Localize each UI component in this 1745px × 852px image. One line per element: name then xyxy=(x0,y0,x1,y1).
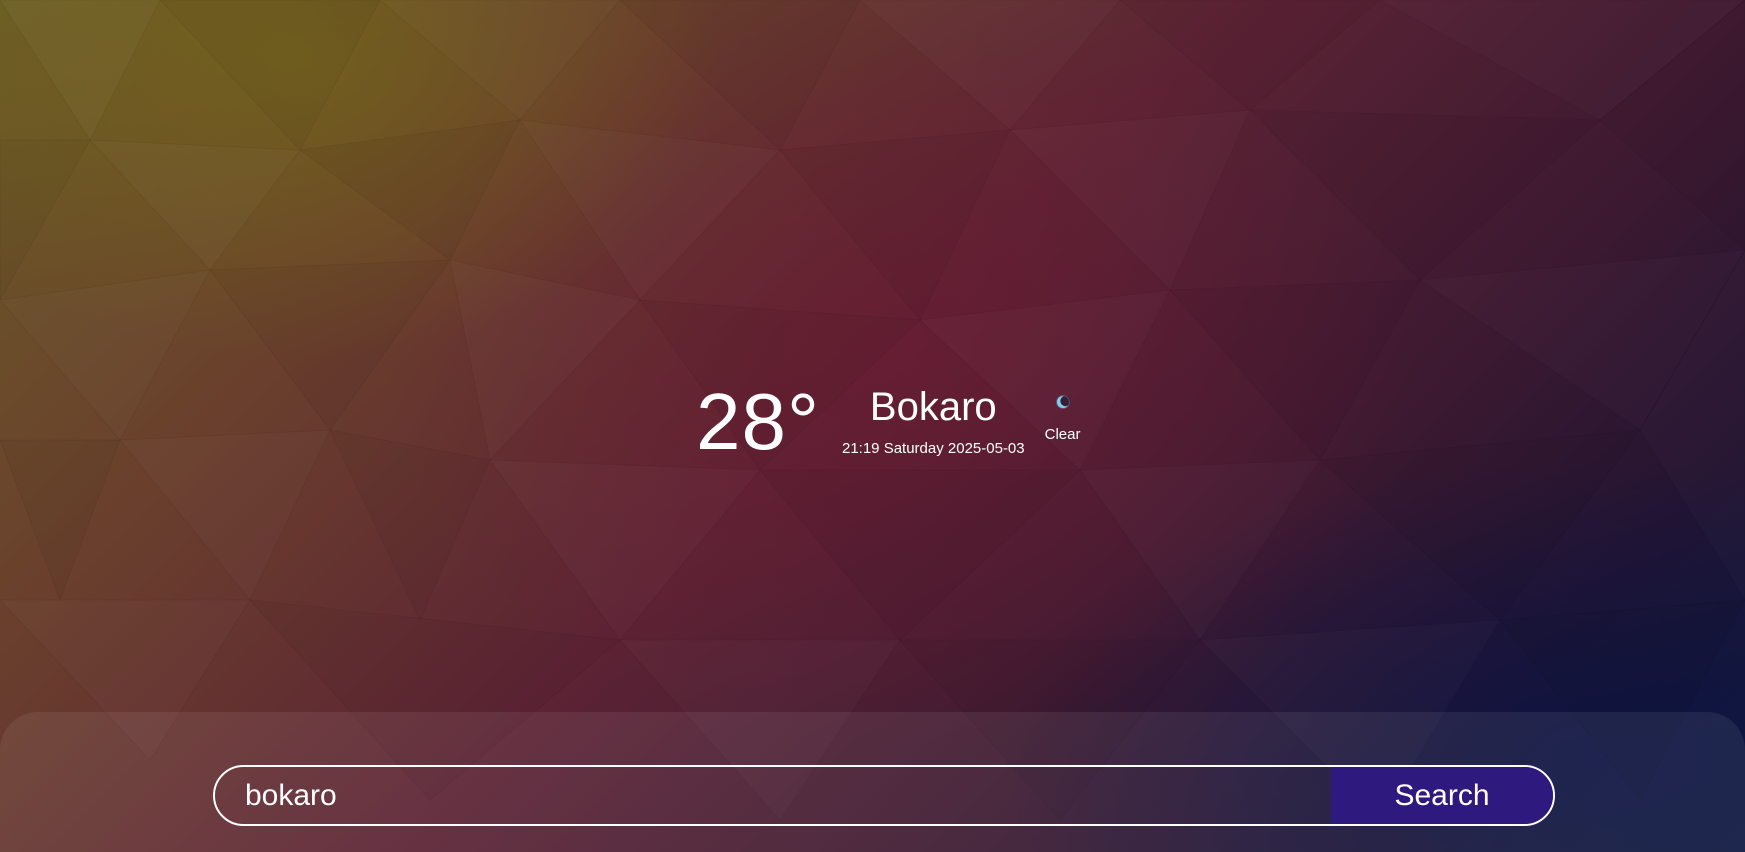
condition-block: Clear xyxy=(1044,378,1081,443)
search-button[interactable]: Search xyxy=(1331,767,1553,824)
city-name: Bokaro xyxy=(869,385,997,429)
search-input[interactable] xyxy=(215,767,1331,824)
weather-app: 28° Bokaro 21:19 Saturday 2025-05-03 Cle… xyxy=(0,0,1745,852)
condition-label: Clear xyxy=(1044,426,1081,443)
moon-icon xyxy=(1055,395,1071,409)
weather-summary: 28° Bokaro 21:19 Saturday 2025-05-03 Cle… xyxy=(696,378,1080,466)
search-form: Search xyxy=(213,765,1555,826)
temperature: 28° xyxy=(696,377,820,466)
date-time: 21:19 Saturday 2025-05-03 xyxy=(841,440,1025,457)
location-block: Bokaro 21:19 Saturday 2025-05-03 xyxy=(842,378,1025,457)
